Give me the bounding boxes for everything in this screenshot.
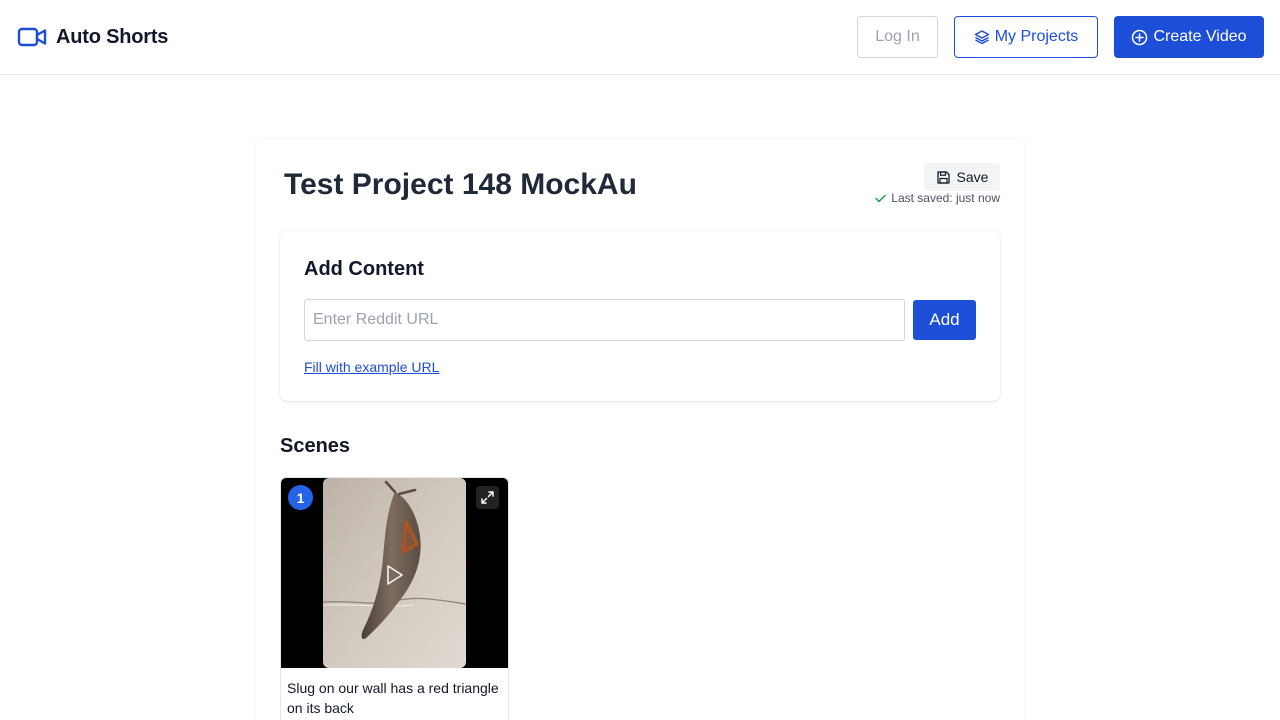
scene-caption: Slug on our wall has a red triangle on i… [287,680,499,716]
last-saved-text: Last saved: just now [891,191,1000,205]
brand-logo[interactable]: Auto Shorts [17,24,168,50]
check-icon [875,194,887,202]
add-content-title: Add Content [304,258,424,280]
video-camera-icon [17,27,47,47]
create-video-label: Create Video [1153,28,1247,45]
last-saved-status: Last saved: just now [875,191,1000,205]
project-title[interactable]: Test Project 148 MockAu [284,168,644,204]
my-projects-label: My Projects [994,28,1079,45]
play-icon[interactable] [385,564,405,586]
scene-card[interactable]: 1 Slug on our wall has a red triangle on… [280,477,509,720]
brand-name: Auto Shorts [56,25,169,48]
project-editor-panel: Test Project 148 MockAu Save Last saved:… [256,139,1024,720]
scenes-title: Scenes [280,435,351,457]
create-video-button[interactable]: Create Video [1114,16,1264,58]
login-label: Log In [875,28,920,45]
add-content-card: Add Content Add Fill with example URL [280,231,1000,401]
save-label: Save [956,169,989,185]
login-button[interactable]: Log In [857,16,938,58]
floppy-disk-icon [936,170,950,184]
scene-number-badge: 1 [288,485,313,510]
expand-icon [481,491,494,504]
expand-button[interactable] [476,486,499,509]
top-navbar: Auto Shorts Log In My Projects Create Vi… [0,0,1280,75]
reddit-url-input[interactable] [304,299,905,341]
add-label: Add [929,310,960,329]
add-button[interactable]: Add [913,300,976,340]
plus-circle-icon [1132,29,1148,45]
my-projects-button[interactable]: My Projects [954,16,1098,58]
layers-icon [974,30,989,45]
save-button[interactable]: Save [924,163,1000,191]
scene-media[interactable]: 1 [281,478,508,668]
fill-example-url-link[interactable]: Fill with example URL [304,359,439,375]
